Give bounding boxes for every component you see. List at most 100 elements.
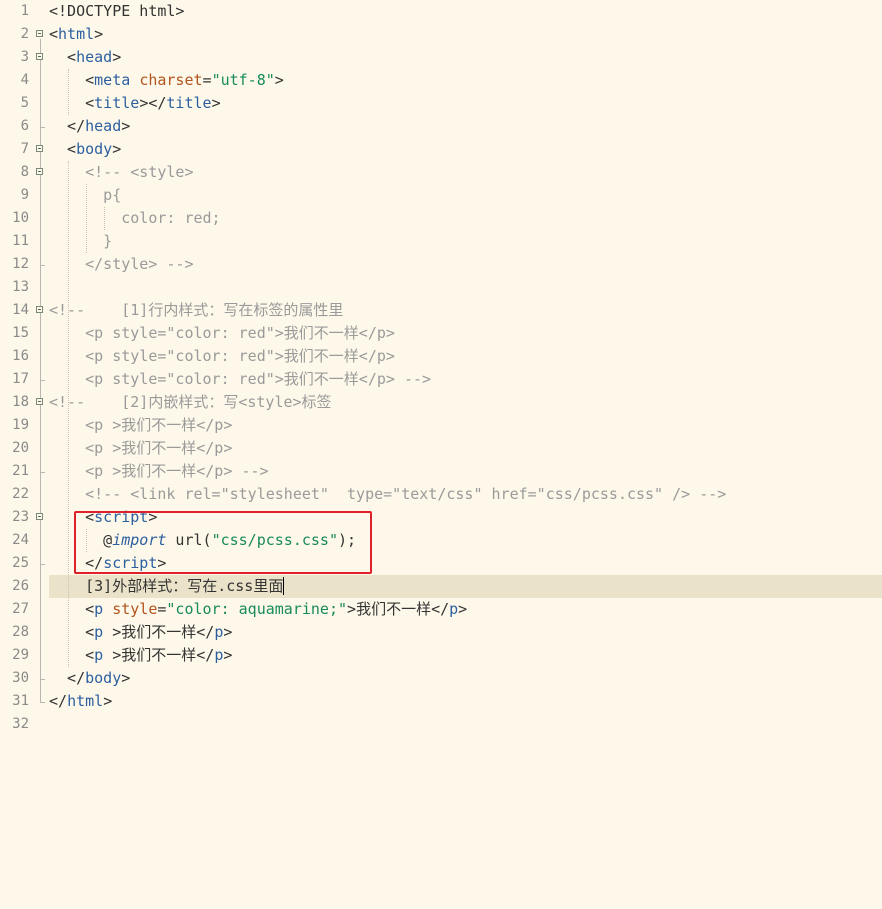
code-token: p — [94, 623, 104, 641]
code-line[interactable]: 22 <!-- <link rel="stylesheet" type="tex… — [0, 483, 882, 506]
code-line[interactable]: 3 <head> — [0, 46, 882, 69]
code-token: "color: aquamarine;" — [166, 600, 348, 618]
code-editor[interactable]: 1 <!DOCTYPE html> 2 <html> 3 <head> 4 <meta c… — [0, 0, 882, 909]
code-text: <!-- [1]行内样式：写在标签的属性里 — [49, 299, 343, 322]
code-token: </style> --> — [49, 255, 194, 273]
code-token: <!-- <style> — [49, 163, 194, 181]
code-token: > — [112, 48, 122, 66]
code-line[interactable]: 8 <!-- <style> — [0, 161, 882, 184]
code-token: title — [94, 94, 140, 112]
code-line[interactable]: 32 — [0, 713, 882, 736]
code-token: < — [49, 94, 95, 112]
code-text: p{ — [49, 184, 121, 207]
line-number: 16 — [12, 348, 29, 364]
code-line[interactable]: 6 </head> — [0, 115, 882, 138]
code-line[interactable]: 17 <p style="color: red">我们不一样</p> --> — [0, 368, 882, 391]
code-text: </style> --> — [49, 253, 194, 276]
code-text: </body> — [49, 667, 130, 690]
code-line[interactable]: 7 <body> — [0, 138, 882, 161]
code-token: p — [94, 600, 104, 618]
code-line[interactable]: 19 <p >我们不一样</p> — [0, 414, 882, 437]
line-number: 15 — [12, 325, 29, 341]
fold-minus-icon[interactable] — [36, 30, 43, 37]
code-text: <meta charset="utf-8"> — [49, 69, 284, 92]
code-text: <p >我们不一样</p> — [49, 414, 232, 437]
line-number: 26 — [12, 578, 29, 594]
code-line[interactable]: 2 <html> — [0, 23, 882, 46]
code-token: > — [211, 94, 221, 112]
code-line[interactable]: 31 </html> — [0, 690, 882, 713]
code-token: < — [49, 600, 95, 618]
code-token: > — [274, 71, 284, 89]
code-token: > — [223, 623, 233, 641]
line-number: 13 — [12, 279, 29, 295]
fold-minus-icon[interactable] — [36, 168, 43, 175]
code-line[interactable]: 26 [3]外部样式：写在.css里面 — [0, 575, 882, 598]
code-line[interactable]: 4 <meta charset="utf-8"> — [0, 69, 882, 92]
code-line[interactable]: 5 <title></title> — [0, 92, 882, 115]
code-token: "utf-8" — [211, 71, 275, 89]
code-text: </html> — [49, 690, 112, 713]
line-number: 11 — [12, 233, 29, 249]
code-token: color: red; — [49, 209, 221, 227]
code-line[interactable]: 1 <!DOCTYPE html> — [0, 0, 882, 23]
fold-minus-icon[interactable] — [36, 53, 43, 60]
code-token: 我们不一样 — [121, 623, 197, 641]
code-line[interactable]: 9 p{ — [0, 184, 882, 207]
code-text: } — [49, 230, 112, 253]
line-number: 27 — [12, 601, 29, 617]
code-line[interactable]: 28 <p >我们不一样</p> — [0, 621, 882, 644]
code-token: html — [58, 25, 95, 43]
code-token: <!-- [1]行内样式：写在标签的属性里 — [49, 301, 344, 319]
code-token: <p style="color: red">我们不一样</p> — [49, 324, 395, 342]
code-line[interactable]: 10 color: red; — [0, 207, 882, 230]
code-line[interactable]: 29 <p >我们不一样</p> — [0, 644, 882, 667]
fold-minus-icon[interactable] — [36, 513, 43, 520]
code-token: <!-- <link rel="stylesheet" type="text/c… — [49, 485, 727, 503]
line-number: 2 — [20, 26, 29, 42]
code-token: <p >我们不一样</p> — [49, 416, 233, 434]
line-number: 29 — [12, 647, 29, 663]
code-line[interactable]: 18 <!-- [2]内嵌样式：写<style>标签 — [0, 391, 882, 414]
code-token: <!DOCTYPE html> — [49, 2, 185, 20]
code-text: </head> — [49, 115, 130, 138]
code-line[interactable]: 21 <p >我们不一样</p> --> — [0, 460, 882, 483]
code-line[interactable]: 16 <p style="color: red">我们不一样</p> — [0, 345, 882, 368]
fold-minus-icon[interactable] — [36, 306, 43, 313]
code-text: <p style="color: red">我们不一样</p> --> — [49, 368, 431, 391]
code-token: </ — [49, 669, 86, 687]
code-token: > — [94, 25, 104, 43]
fold-minus-icon[interactable] — [36, 398, 43, 405]
code-token: 我们不一样 — [356, 600, 432, 618]
code-text: <!-- [2]内嵌样式：写<style>标签 — [49, 391, 332, 414]
code-text: <p >我们不一样</p> — [49, 437, 232, 460]
line-number: 17 — [12, 371, 29, 387]
code-line[interactable]: 11 } — [0, 230, 882, 253]
code-line[interactable]: 15 <p style="color: red">我们不一样</p> — [0, 322, 882, 345]
code-text: <html> — [49, 23, 103, 46]
line-number: 24 — [12, 532, 29, 548]
code-token: < — [49, 646, 95, 664]
code-line[interactable]: 14 <!-- [1]行内样式：写在标签的属性里 — [0, 299, 882, 322]
line-number: 23 — [12, 509, 29, 525]
code-line[interactable]: 27 <p style="color: aquamarine;">我们不一样</… — [0, 598, 882, 621]
code-text: <body> — [49, 138, 121, 161]
line-number: 9 — [20, 187, 29, 203]
line-number: 7 — [20, 141, 29, 157]
code-line[interactable]: 13 — [0, 276, 882, 299]
code-text: <head> — [49, 46, 121, 69]
code-token: head — [76, 48, 113, 66]
line-number: 22 — [12, 486, 29, 502]
code-token: p{ — [49, 186, 122, 204]
code-line[interactable]: 30 </body> — [0, 667, 882, 690]
code-text: <!DOCTYPE html> — [49, 0, 184, 23]
code-token: > — [223, 646, 233, 664]
code-token: charset — [139, 71, 203, 89]
fold-minus-icon[interactable] — [36, 145, 43, 152]
code-line[interactable]: 12 </style> --> — [0, 253, 882, 276]
code-line[interactable]: 20 <p >我们不一样</p> — [0, 437, 882, 460]
line-number: 31 — [12, 693, 29, 709]
